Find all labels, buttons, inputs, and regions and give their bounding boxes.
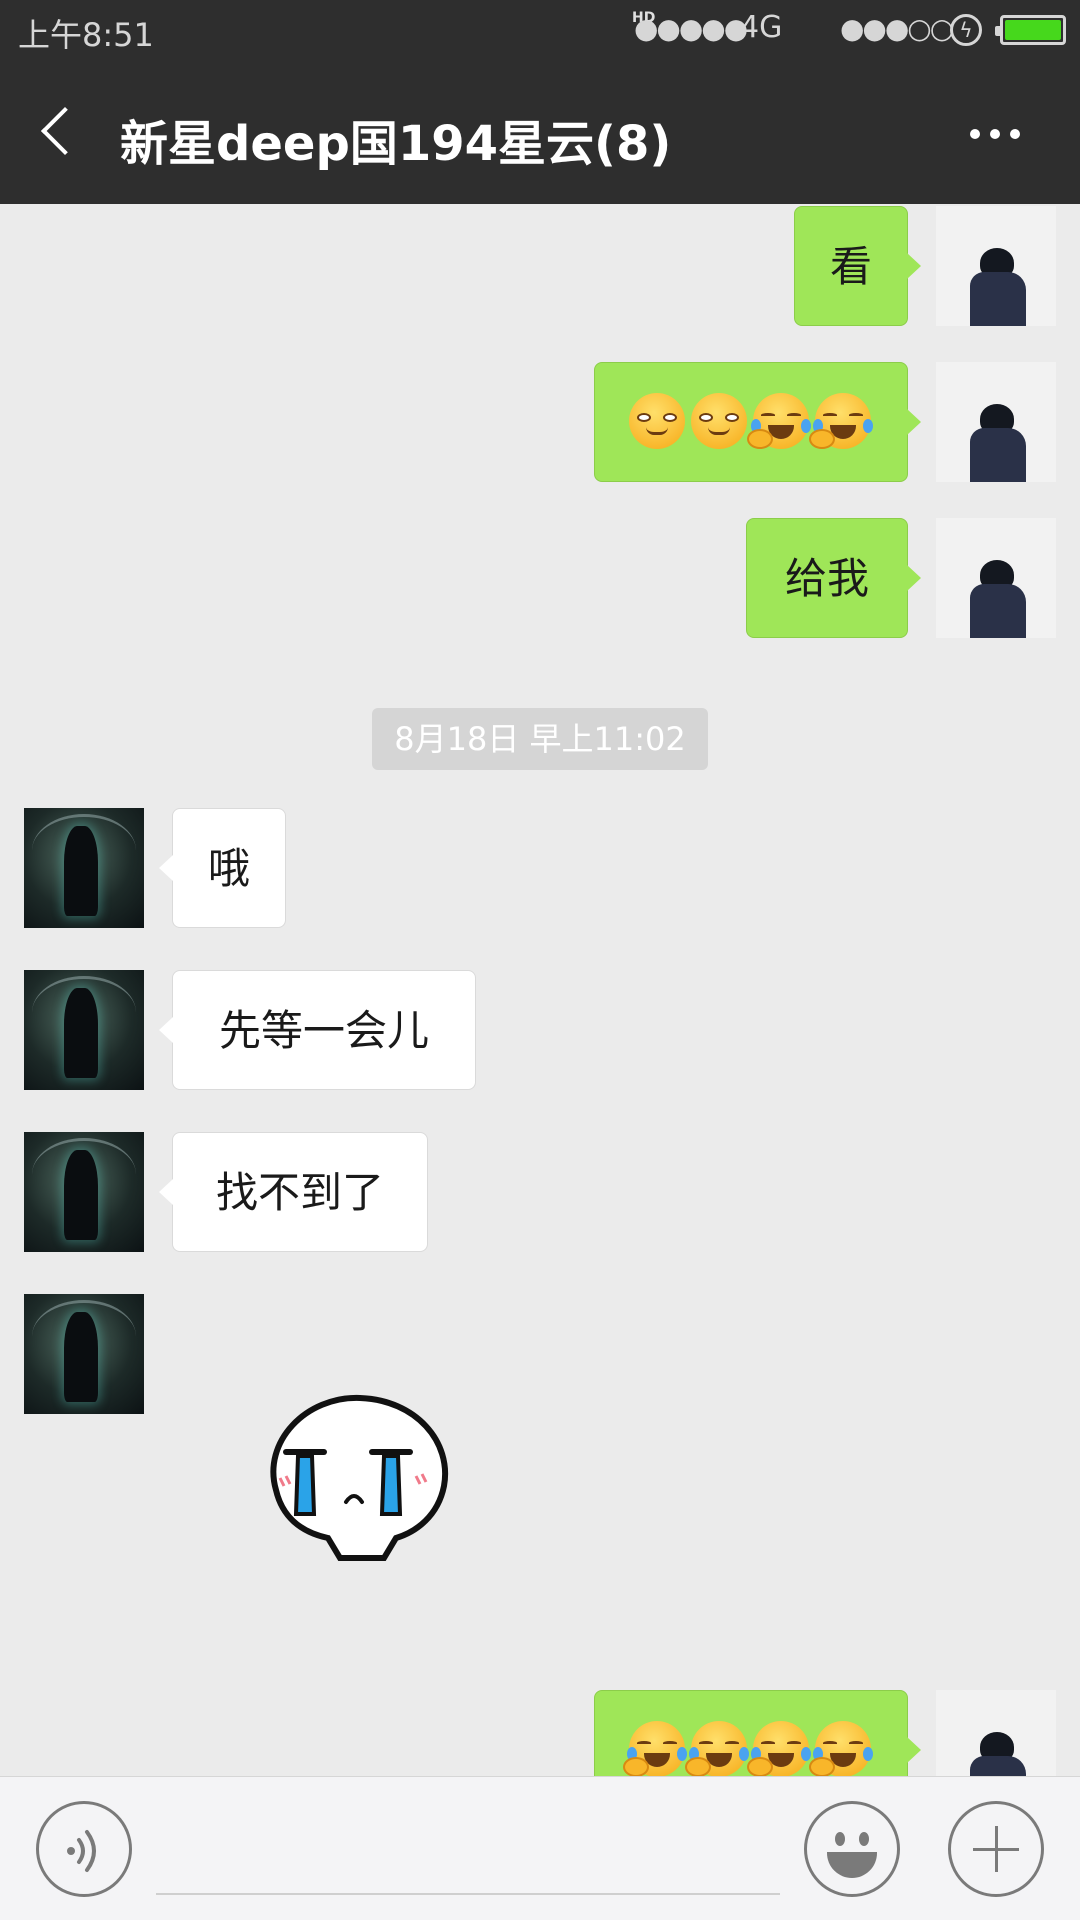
message-bubble-received[interactable]: 先等一会儿 bbox=[159, 970, 476, 1090]
message-text: 给我 bbox=[784, 554, 869, 603]
laugh-cry-emoji-icon bbox=[809, 393, 873, 449]
message-bubble-sent[interactable] bbox=[594, 1690, 921, 1776]
charging-icon: ϟ bbox=[950, 14, 982, 46]
chat-message-list[interactable]: 看 给我 8月18日 早上11:02 哦 先等一会儿 找不到了 bbox=[0, 204, 1080, 1776]
plus-icon[interactable] bbox=[948, 1801, 1044, 1897]
my-avatar[interactable] bbox=[936, 518, 1056, 638]
message-bubble-received[interactable]: 找不到了 bbox=[159, 1132, 428, 1252]
smirk-emoji-icon bbox=[629, 393, 685, 449]
network-type: 4G bbox=[740, 10, 783, 45]
message-input-bar bbox=[0, 1776, 1080, 1920]
smirk-emoji-icon bbox=[691, 393, 747, 449]
laugh-cry-emoji-icon bbox=[623, 1721, 687, 1776]
message-text: 看 bbox=[829, 242, 872, 291]
contact-avatar[interactable] bbox=[24, 808, 144, 928]
laugh-cry-emoji-icon bbox=[747, 1721, 811, 1776]
message-text: 哦 bbox=[207, 844, 250, 893]
signal-strength-2-icon: ●●●○○ bbox=[840, 12, 954, 45]
message-timestamp: 8月18日 早上11:02 bbox=[372, 708, 708, 770]
more-dots-icon[interactable] bbox=[960, 118, 1030, 148]
chat-title: 新星deep国194星云(8) bbox=[120, 116, 672, 172]
laugh-cry-emoji-icon bbox=[685, 1721, 749, 1776]
my-avatar[interactable] bbox=[936, 362, 1056, 482]
message-text: 找不到了 bbox=[215, 1168, 384, 1217]
message-bubble-sent[interactable]: 看 bbox=[794, 206, 921, 326]
crying-face-sticker[interactable] bbox=[256, 1382, 456, 1566]
message-bubble-received[interactable]: 哦 bbox=[159, 808, 286, 928]
contact-avatar[interactable] bbox=[24, 970, 144, 1090]
contact-avatar[interactable] bbox=[24, 1294, 144, 1414]
battery-level-fill bbox=[1005, 20, 1061, 40]
my-avatar[interactable] bbox=[936, 1690, 1056, 1776]
message-input[interactable] bbox=[156, 1801, 780, 1895]
chat-header: 新星deep国194星云(8) bbox=[0, 60, 1080, 204]
chevron-left-icon[interactable] bbox=[30, 102, 90, 162]
signal-strength-icon: ●●●●● bbox=[634, 12, 748, 45]
message-text: 先等一会儿 bbox=[218, 1006, 429, 1055]
message-bubble-sent[interactable]: 给我 bbox=[746, 518, 921, 638]
voice-icon[interactable] bbox=[36, 1801, 132, 1897]
laugh-cry-emoji-icon bbox=[809, 1721, 873, 1776]
contact-avatar[interactable] bbox=[24, 1132, 144, 1252]
message-bubble-sent[interactable] bbox=[594, 362, 921, 482]
emoji-icon[interactable] bbox=[804, 1801, 900, 1897]
status-time: 上午8:51 bbox=[18, 16, 154, 54]
my-avatar[interactable] bbox=[936, 206, 1056, 326]
laugh-cry-emoji-icon bbox=[747, 393, 811, 449]
status-bar: 上午8:51 HD ●●●●● 4G ●●●○○ ϟ bbox=[0, 0, 1080, 60]
battery-icon bbox=[995, 15, 1066, 45]
